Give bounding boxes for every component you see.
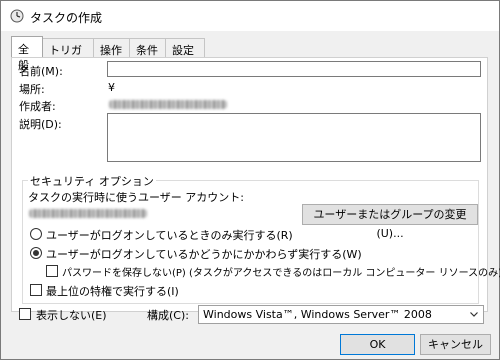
description-textarea[interactable]	[107, 113, 481, 162]
tab-triggers[interactable]: トリガー	[42, 38, 94, 73]
task-clock-icon	[10, 9, 24, 23]
configure-label: 構成(C):	[147, 309, 189, 322]
configure-dropdown[interactable]: Windows Vista™, Windows Server™ 2008	[198, 305, 484, 324]
highest-privileges-label[interactable]: 最上位の特権で実行する(I)	[46, 283, 179, 299]
ok-button[interactable]: OK	[340, 334, 415, 355]
tab-conditions[interactable]: 条件	[129, 38, 166, 57]
author-label: 作成者:	[19, 100, 56, 113]
hidden-checkbox[interactable]	[19, 308, 31, 320]
tab-settings[interactable]: 設定	[165, 38, 205, 57]
chevron-down-icon	[470, 312, 478, 317]
hidden-label[interactable]: 表示しない(E)	[36, 307, 107, 323]
no-password-label[interactable]: パスワードを保存しない(P) (タスクがアクセスできるのはローカル コンピュータ…	[62, 264, 500, 279]
change-user-button[interactable]: ユーザーまたはグループの変更(U)...	[302, 204, 478, 240]
name-input[interactable]	[107, 61, 481, 77]
tab-general[interactable]: 全般	[11, 36, 43, 72]
run-as-account-label: タスクの実行時に使うユーザー アカウント:	[28, 191, 244, 204]
title-bar: タスクの作成	[1, 1, 499, 31]
cancel-button[interactable]: キャンセル	[420, 334, 491, 355]
no-password-checkbox[interactable]	[46, 265, 58, 277]
radio-logged-on-or-not-label[interactable]: ユーザーがログオンしているかどうかにかかわらず実行する(W)	[46, 246, 362, 262]
radio-logged-on-only-label[interactable]: ユーザーがログオンしているときのみ実行する(R)	[46, 227, 293, 243]
radio-logged-on-or-not[interactable]	[30, 247, 42, 259]
task-create-dialog: タスクの作成 全般 トリガー 操作 条件 設定 名前(M): 場所: ¥ 作成者…	[0, 0, 500, 360]
security-options-group: セキュリティ オプション タスクの実行時に使うユーザー アカウント: ユーザーま…	[22, 173, 500, 304]
location-value: ¥	[108, 81, 115, 94]
highest-privileges-checkbox[interactable]	[30, 284, 42, 296]
description-label: 説明(D):	[19, 118, 62, 131]
window-title: タスクの作成	[30, 11, 103, 25]
configure-dropdown-value: Windows Vista™, Windows Server™ 2008	[203, 308, 432, 321]
general-panel: 名前(M): 場所: ¥ 作成者: 説明(D): セキュリティ オプション タス…	[11, 57, 500, 312]
author-value-redacted	[109, 100, 227, 109]
security-options-title: セキュリティ オプション	[28, 173, 156, 189]
run-as-account-value-redacted	[29, 209, 147, 218]
location-label: 場所:	[19, 83, 45, 96]
radio-logged-on-only[interactable]	[30, 228, 42, 240]
tab-actions[interactable]: 操作	[93, 38, 130, 57]
